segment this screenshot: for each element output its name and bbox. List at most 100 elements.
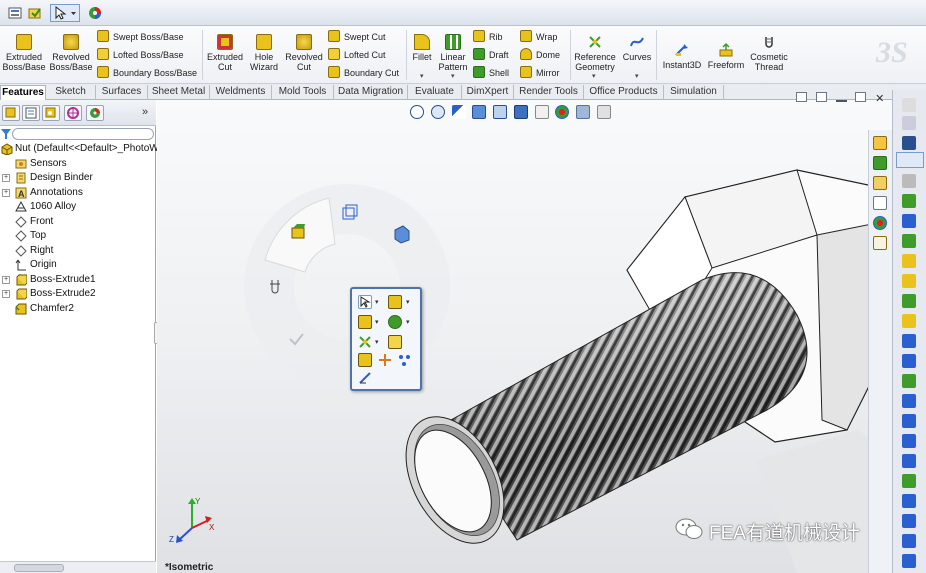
dropdown-arrow-icon[interactable]: ▾ [375, 338, 379, 346]
toolbar-icon[interactable] [902, 554, 916, 568]
expand-panel-icon[interactable]: » [142, 106, 148, 118]
appearances-icon[interactable] [873, 216, 887, 230]
close-icon[interactable]: ✕ [875, 94, 886, 105]
edit-feature-icon[interactable] [388, 295, 402, 309]
tab-render-tools[interactable]: Render Tools [514, 85, 584, 100]
expand-icon[interactable]: + [2, 290, 10, 298]
toolbar-icon[interactable] [902, 314, 916, 328]
select-icon[interactable] [896, 152, 924, 168]
reference-geometry-icon[interactable] [358, 335, 372, 349]
cosmetic-thread-button[interactable]: Cosmetic Thread [748, 34, 790, 72]
tab-data-migration[interactable]: Data Migration [334, 85, 408, 100]
graphics-area[interactable]: Y X Z ▾ ▾ ▾ ▾ ▾ *Isometric FEA有道机械设计 [157, 100, 892, 573]
view-settings-icon[interactable] [597, 105, 612, 119]
draft-button[interactable]: Draft [473, 47, 509, 63]
toolbar-icon[interactable] [902, 234, 916, 248]
feature-tree-tab-icon[interactable] [2, 105, 20, 121]
toolbar-icon[interactable] [902, 374, 916, 388]
fillet-button[interactable]: Fillet [408, 34, 436, 62]
tab-weldments[interactable]: Weldments [210, 85, 272, 100]
boundary-cut-button[interactable]: Boundary Cut [328, 65, 399, 81]
split-view-icon[interactable] [796, 92, 807, 102]
insert-component-icon[interactable] [388, 335, 402, 349]
file-explorer-icon[interactable] [873, 176, 887, 190]
mirror-button[interactable]: Mirror [520, 65, 560, 81]
toolbar-icon[interactable] [902, 334, 916, 348]
hide-show-items-icon[interactable] [534, 105, 549, 119]
move-icon[interactable] [378, 353, 392, 367]
tab-office-products[interactable]: Office Products [584, 85, 664, 100]
tab-features[interactable]: Features [0, 85, 46, 100]
expand-icon[interactable]: + [2, 189, 10, 197]
rebuild-icon[interactable] [26, 4, 44, 22]
select-other-icon[interactable] [358, 295, 372, 309]
expand-icon[interactable]: + [2, 276, 10, 284]
edit-appearance-icon[interactable] [555, 105, 570, 119]
freeform-button[interactable]: Freeform [706, 42, 746, 70]
linear-pattern-button[interactable]: Linear Pattern [437, 34, 469, 72]
revolved-boss-button[interactable]: Revolved Boss/Base [48, 34, 94, 72]
apply-scene-icon[interactable] [576, 105, 591, 119]
toolbar-icon[interactable] [902, 494, 916, 508]
design-library-icon[interactable] [873, 156, 887, 170]
lofted-boss-button[interactable]: Lofted Boss/Base [97, 47, 184, 63]
view-orientation-icon[interactable] [493, 105, 508, 119]
toolbar-icon[interactable] [902, 454, 916, 468]
rib-button[interactable]: Rib [473, 29, 503, 45]
ref-geometry-dropdown-arrow[interactable]: ▾ [592, 72, 596, 80]
scrollbar-thumb[interactable] [14, 564, 64, 572]
lofted-cut-button[interactable]: Lofted Cut [328, 47, 386, 63]
dimxpert-manager-tab-icon[interactable] [64, 105, 82, 121]
filter-input[interactable] [12, 128, 154, 140]
instant3d-button[interactable]: Instant3D [659, 42, 705, 70]
configuration-manager-tab-icon[interactable] [42, 105, 60, 121]
pattern-icon[interactable] [398, 353, 412, 367]
toolbar-icon[interactable] [902, 474, 916, 488]
toolbar-icon[interactable] [902, 98, 916, 112]
edit-sketch-icon[interactable] [358, 315, 372, 329]
normal-to-icon[interactable] [358, 353, 372, 367]
tab-sheet-metal[interactable]: Sheet Metal [148, 85, 210, 100]
toolbar-icon[interactable] [902, 194, 916, 208]
toolbar-icon[interactable] [902, 394, 916, 408]
toolbar-icon[interactable] [902, 116, 916, 130]
tab-dimxpert[interactable]: DimXpert [462, 85, 514, 100]
tab-sketch[interactable]: Sketch [46, 85, 96, 100]
revolved-cut-button[interactable]: Revolved Cut [282, 34, 326, 72]
toolbar-icon[interactable] [902, 254, 916, 268]
minimize-icon[interactable] [835, 92, 847, 102]
tab-mold-tools[interactable]: Mold Tools [272, 85, 334, 100]
toolbar-icon[interactable] [902, 294, 916, 308]
restore-icon[interactable] [855, 92, 867, 102]
property-manager-tab-icon[interactable] [22, 105, 40, 121]
tab-simulation[interactable]: Simulation [664, 85, 724, 100]
tree-horizontal-scrollbar[interactable] [0, 561, 156, 573]
curves-dropdown-arrow[interactable]: ▾ [635, 72, 639, 80]
view-palette-icon[interactable] [873, 196, 887, 210]
section-view-icon[interactable] [472, 105, 487, 119]
view-split-icon[interactable] [815, 92, 827, 102]
toolbar-icon[interactable] [902, 534, 916, 548]
swept-boss-button[interactable]: Swept Boss/Base [97, 29, 184, 45]
pattern-dropdown-arrow[interactable]: ▾ [451, 72, 455, 80]
tab-evaluate[interactable]: Evaluate [408, 85, 462, 100]
toolbar-icon[interactable] [902, 414, 916, 428]
zoom-to-fit-icon[interactable] [410, 105, 424, 119]
appearance-icon[interactable] [86, 4, 104, 22]
extruded-cut-button[interactable]: Extruded Cut [204, 34, 246, 72]
dome-button[interactable]: Dome [520, 47, 560, 63]
shell-button[interactable]: Shell [473, 65, 509, 81]
wrap-button[interactable]: Wrap [520, 29, 557, 45]
dropdown-arrow-icon[interactable]: ▾ [375, 298, 379, 306]
properties-icon[interactable] [6, 4, 24, 22]
dropdown-arrow-icon[interactable]: ▾ [406, 298, 410, 306]
toolbar-icon[interactable] [902, 274, 916, 288]
previous-view-icon[interactable] [451, 105, 466, 119]
display-style-icon[interactable] [513, 105, 528, 119]
reference-geometry-button[interactable]: Reference Geometry [572, 34, 618, 72]
select-tool-button[interactable] [50, 4, 80, 22]
dropdown-arrow-icon[interactable]: ▾ [406, 318, 410, 326]
boundary-boss-button[interactable]: Boundary Boss/Base [97, 65, 197, 81]
toolbar-icon[interactable] [902, 174, 916, 188]
hide-component-icon[interactable] [388, 315, 402, 329]
